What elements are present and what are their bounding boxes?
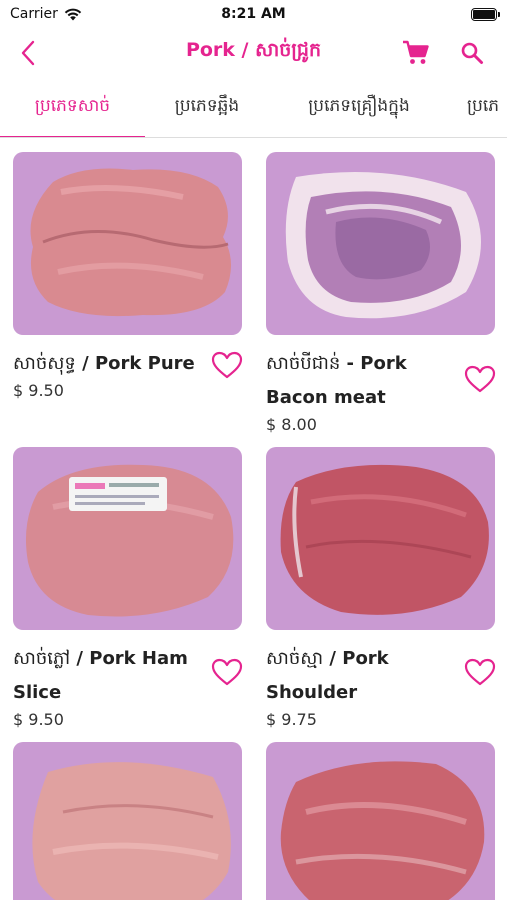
cart-icon	[403, 40, 429, 64]
page-title-en: Pork	[185, 39, 235, 61]
product-image	[13, 742, 242, 900]
heart-icon	[464, 658, 496, 686]
tab-offal-types[interactable]: ប្រភេទគ្រឿងក្នុង	[269, 76, 449, 137]
tab-label: ប្រភេទឆ្អឹង	[174, 95, 240, 116]
product-card[interactable]: សាច់ស្មា / Pork Shoulder $ 9.75	[266, 447, 497, 730]
product-name-km: សាច់ស្មា	[266, 648, 324, 669]
tab-label: ប្រភេ	[467, 95, 500, 116]
nav-bar: Pork / សាច់ជ្រូក	[0, 28, 507, 76]
product-card[interactable]	[266, 742, 495, 900]
product-name-km: សាច់សុទ្ធ	[13, 353, 76, 374]
heart-icon	[211, 658, 243, 686]
product-name-separator: /	[323, 648, 343, 669]
product-name: សាច់ភ្លៅ / Pork Ham Slice	[13, 642, 209, 710]
product-name: សាច់បីជាន់ - Pork Bacon meat	[266, 347, 462, 415]
pork-bacon-image	[285, 172, 481, 319]
pork-ham-slice-image	[25, 464, 234, 617]
pork-loin-image	[32, 762, 231, 900]
product-name-en: Pork Pure	[94, 353, 195, 374]
product-price: $ 9.50	[13, 710, 64, 729]
product-name-km: សាច់បីជាន់	[266, 353, 341, 374]
heart-icon	[211, 351, 243, 379]
pork-pure-image	[30, 168, 232, 317]
pork-chop-image	[280, 761, 485, 900]
product-image	[13, 447, 242, 630]
page-title-km: សាច់ជ្រូក	[255, 39, 322, 61]
wifi-icon	[64, 8, 82, 20]
product-card[interactable]: សាច់ភ្លៅ / Pork Ham Slice $ 9.50	[13, 447, 244, 730]
favorite-button[interactable]	[210, 657, 244, 687]
product-name-km: សាច់ភ្លៅ	[13, 648, 71, 669]
tab-bone-types[interactable]: ប្រភេទឆ្អឹង	[145, 76, 269, 137]
product-name-separator: /	[70, 648, 90, 669]
carrier-label: Carrier	[10, 6, 58, 22]
favorite-button[interactable]	[463, 364, 497, 394]
status-bar: Carrier 8:21 AM	[0, 0, 507, 28]
search-button[interactable]	[457, 38, 487, 68]
product-name-separator: /	[75, 353, 95, 374]
product-price: $ 9.50	[13, 381, 64, 400]
pork-shoulder-image	[280, 464, 489, 615]
favorite-button[interactable]	[463, 657, 497, 687]
product-image	[13, 152, 242, 335]
product-name-separator: -	[340, 353, 361, 374]
product-image	[266, 742, 495, 900]
tab-more[interactable]: ប្រភេ	[449, 76, 507, 137]
favorite-button[interactable]	[210, 350, 244, 380]
product-name: សាច់ស្មា / Pork Shoulder	[266, 642, 462, 710]
tab-meat-types[interactable]: ប្រភេទសាច់	[0, 76, 145, 137]
product-card[interactable]: សាច់សុទ្ធ / Pork Pure $ 9.50	[13, 152, 244, 401]
tab-label: ប្រភេទគ្រឿងក្នុង	[308, 95, 410, 116]
battery-icon	[471, 7, 500, 21]
category-tabs: ប្រភេទសាច់ ប្រភេទឆ្អឹង ប្រភេទគ្រឿងក្នុង …	[0, 76, 507, 138]
product-image	[266, 152, 495, 335]
search-icon	[461, 42, 483, 64]
product-price: $ 9.75	[266, 710, 317, 729]
chevron-left-icon	[21, 40, 35, 66]
status-left: Carrier	[10, 6, 82, 22]
tab-label: ប្រភេទសាច់	[34, 95, 111, 116]
page-title-separator: /	[234, 39, 256, 61]
cart-button[interactable]	[400, 38, 432, 68]
heart-icon	[464, 365, 496, 393]
product-price: $ 8.00	[266, 415, 317, 434]
back-button[interactable]	[14, 38, 42, 68]
product-name: សាច់សុទ្ធ / Pork Pure	[13, 347, 209, 381]
product-card[interactable]	[13, 742, 242, 900]
product-image	[266, 447, 495, 630]
product-card[interactable]: សាច់បីជាន់ - Pork Bacon meat $ 8.00	[266, 152, 497, 435]
